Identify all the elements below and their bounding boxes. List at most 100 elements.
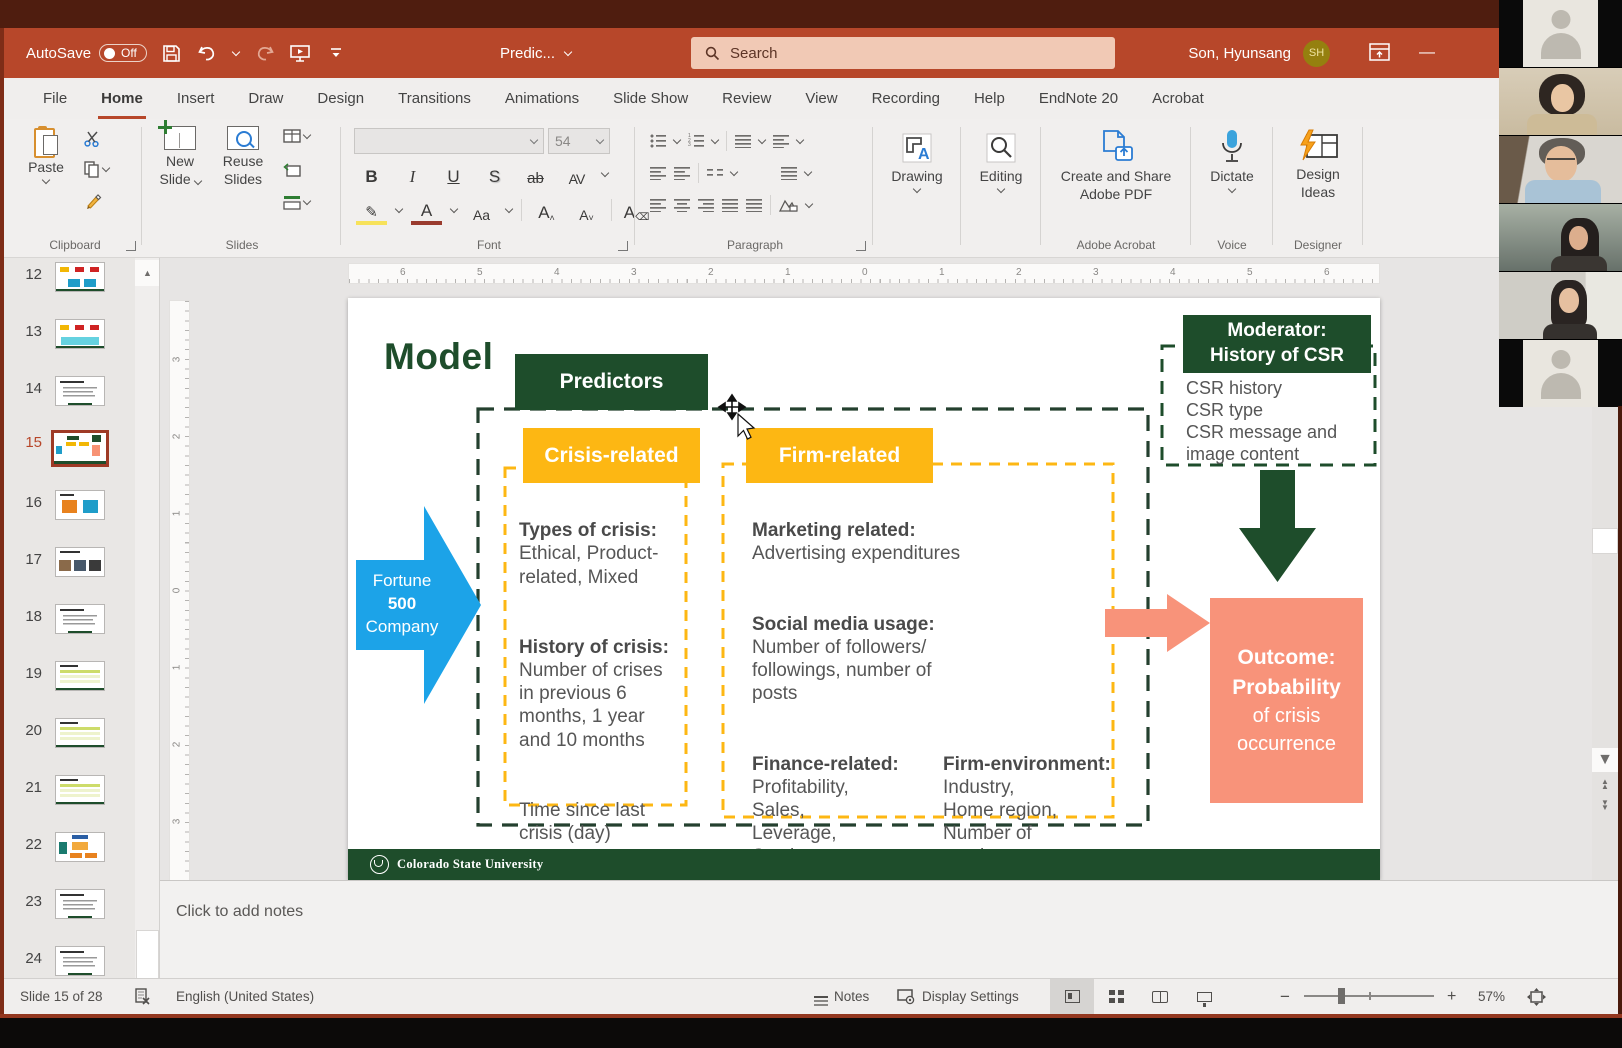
notes-pane[interactable]: Click to add notes [160, 880, 1618, 978]
slide-thumbnail-image[interactable] [55, 547, 105, 577]
underline-button[interactable]: U [438, 161, 469, 187]
align-center-icon[interactable] [674, 198, 690, 212]
tab-endnote-20[interactable]: EndNote 20 [1022, 78, 1135, 119]
align-left-icon[interactable] [650, 198, 666, 212]
ribbon-display-options-icon[interactable] [1369, 42, 1390, 62]
slide-thumbnail-image[interactable] [55, 889, 105, 919]
clipboard-dialog-launcher[interactable] [126, 241, 136, 251]
spell-check-icon[interactable] [134, 979, 151, 1014]
autosave-toggle[interactable]: AutoSave Off [26, 44, 147, 62]
tab-animations[interactable]: Animations [488, 78, 596, 119]
reset-button[interactable] [283, 163, 301, 178]
copy-button[interactable] [84, 161, 109, 178]
predictors-box[interactable]: Predictors [515, 354, 708, 410]
drawing-button[interactable]: A Drawing [886, 131, 948, 192]
bold-button[interactable]: B [356, 161, 387, 187]
slide-thumbnail-image[interactable] [51, 430, 109, 467]
section-button[interactable] [283, 195, 310, 210]
align-right-icon[interactable] [698, 198, 714, 212]
highlight-button[interactable]: ✎ [356, 195, 387, 225]
italic-button[interactable]: I [397, 161, 428, 187]
align-text-icon[interactable] [781, 166, 797, 180]
slide-thumbnail-image[interactable] [55, 376, 105, 406]
search-input[interactable]: Search [691, 37, 1115, 69]
zoom-slider[interactable] [1304, 995, 1434, 997]
next-slide-button[interactable]: ▼▼ [1592, 796, 1618, 814]
slide-thumbnail-21[interactable]: 21 [4, 775, 134, 805]
distribute-icon[interactable] [746, 198, 762, 212]
firm-related-header[interactable]: Firm-related [746, 428, 933, 483]
slide-thumbnail-19[interactable]: 19 [4, 661, 134, 691]
dictate-button[interactable]: Dictate [1202, 129, 1262, 192]
save-icon[interactable] [161, 42, 183, 64]
tab-design[interactable]: Design [300, 78, 381, 119]
slide-thumbnail-image[interactable] [55, 775, 105, 805]
crisis-related-header[interactable]: Crisis-related [523, 428, 700, 483]
smartart-icon[interactable] [779, 198, 798, 212]
minimize-button[interactable]: — [1412, 40, 1442, 66]
spacing-dropdown-icon[interactable] [601, 168, 609, 176]
slide-thumbnail-image[interactable] [55, 490, 105, 520]
slideshow-view-button[interactable] [1182, 979, 1226, 1014]
text-direction-icon[interactable] [773, 134, 789, 148]
slide-title[interactable]: Model [384, 336, 493, 378]
zoom-in-button[interactable]: + [1447, 979, 1456, 1014]
tab-home[interactable]: Home [84, 78, 160, 119]
character-spacing-button[interactable]: AV [561, 161, 592, 187]
slide-thumbnail-16[interactable]: 16 [4, 490, 134, 520]
numbering-icon[interactable] [688, 134, 704, 148]
undo-icon[interactable] [197, 42, 219, 64]
slide-thumbnail-image[interactable] [55, 604, 105, 634]
previous-slide-button[interactable]: ▲▲ [1592, 775, 1618, 793]
tab-transitions[interactable]: Transitions [381, 78, 488, 119]
fit-slide-to-window-button[interactable] [1527, 979, 1546, 1014]
reading-view-button[interactable] [1138, 979, 1182, 1014]
slide-thumbnail-image[interactable] [55, 832, 105, 862]
notes-placeholder[interactable]: Click to add notes [176, 903, 303, 921]
increase-indent-icon[interactable] [674, 166, 690, 180]
slide-thumbnail-image[interactable] [55, 718, 105, 748]
paragraph-dialog-launcher[interactable] [856, 241, 866, 251]
justify-icon[interactable] [722, 198, 738, 212]
bullets-icon[interactable] [650, 134, 666, 148]
slide-thumbnail-23[interactable]: 23 [4, 889, 134, 919]
tab-file[interactable]: File [26, 78, 84, 119]
design-ideas-button[interactable]: DesignIdeas [1284, 129, 1352, 201]
tab-acrobat[interactable]: Acrobat [1135, 78, 1221, 119]
moderator-down-arrow[interactable] [1239, 470, 1317, 583]
slide-thumbnail-15[interactable]: 15 [4, 430, 134, 467]
cut-button[interactable] [84, 131, 101, 147]
moderator-list[interactable]: CSR history CSR type CSR message and ima… [1186, 378, 1386, 466]
slide-thumbnail-14[interactable]: 14 [4, 376, 134, 406]
slide-sorter-view-button[interactable] [1094, 979, 1138, 1014]
normal-view-button[interactable] [1050, 979, 1094, 1014]
tab-draw[interactable]: Draw [231, 78, 300, 119]
create-pdf-button[interactable]: Create and ShareAdobe PDF [1054, 129, 1178, 203]
font-dialog-launcher[interactable] [618, 241, 628, 251]
slide-thumbnail-17[interactable]: 17 [4, 547, 134, 577]
customize-qat-icon[interactable] [325, 42, 347, 64]
slide-thumbnail-22[interactable]: 22 [4, 832, 134, 862]
firm-related-text[interactable]: Marketing related:Advertising expenditur… [752, 496, 1120, 892]
outcome-arrow[interactable] [1105, 594, 1211, 653]
outcome-box[interactable]: Outcome: Probability of crisis occurrenc… [1210, 598, 1363, 803]
line-spacing-icon[interactable] [735, 134, 751, 148]
strikethrough-button[interactable]: ab [520, 161, 551, 187]
zoom-level[interactable]: 57% [1478, 979, 1505, 1014]
thumbnail-scroll-up-icon[interactable]: ▲ [135, 260, 160, 286]
paste-button[interactable]: Paste [20, 126, 72, 183]
editing-button[interactable]: Editing [970, 131, 1032, 192]
font-size-combo[interactable]: 54 [548, 128, 610, 154]
start-slideshow-icon[interactable] [289, 42, 311, 64]
language-indicator[interactable]: English (United States) [176, 979, 314, 1014]
tab-view[interactable]: View [788, 78, 854, 119]
tab-slide-show[interactable]: Slide Show [596, 78, 705, 119]
slide-canvas[interactable]: Model Predictors Crisis-related Firm-rel… [348, 298, 1380, 880]
scroll-down-icon[interactable]: ▼ [1592, 748, 1618, 772]
tab-help[interactable]: Help [957, 78, 1022, 119]
account-area[interactable]: Son, Hyunsang SH [1188, 28, 1330, 78]
shrink-font-button[interactable]: A˅ [571, 197, 602, 223]
slide-thumbnail-image[interactable] [55, 319, 105, 349]
reuse-slides-button[interactable]: ReuseSlides [213, 126, 273, 188]
tab-review[interactable]: Review [705, 78, 788, 119]
